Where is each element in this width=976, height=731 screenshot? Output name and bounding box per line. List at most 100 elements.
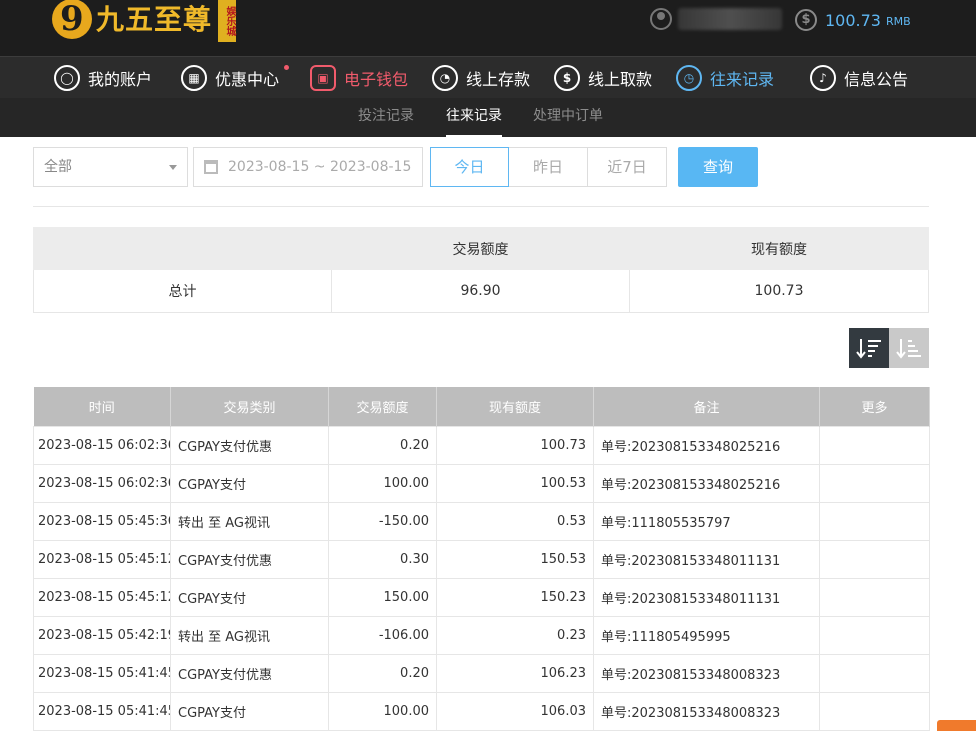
nav-item-announcements[interactable]: ♪ 信息公告 xyxy=(810,57,908,99)
cell-balance: 150.23 xyxy=(436,577,594,617)
cell-balance: 100.53 xyxy=(436,463,594,503)
chevron-down-icon xyxy=(169,165,177,170)
table-row: 2023-08-15 05:41:45 CGPAY支付 100.00 106.03 单号… xyxy=(33,691,930,731)
quick-yesterday-button[interactable]: 昨日 xyxy=(509,147,588,187)
cell-type: CGPAY支付 xyxy=(170,577,329,617)
cell-balance: 106.23 xyxy=(436,653,594,693)
dollar-icon: $ xyxy=(795,9,817,31)
cell-time: 2023-08-15 05:41:45 xyxy=(33,691,171,731)
main-nav: ◯ 我的账户 ▦ 优惠中心 ▣ 电子钱包 ◔ 线上存款 $ 线上取款 ◷ 往来记… xyxy=(0,56,976,98)
cell-more[interactable] xyxy=(819,615,930,655)
col-header-type[interactable]: 交易类别 xyxy=(170,387,329,426)
nav-item-account[interactable]: ◯ 我的账户 xyxy=(54,57,152,99)
nav-item-deposit[interactable]: ◔ 线上存款 xyxy=(432,57,530,99)
summary-table: 交易额度 现有额度 总计 96.90 100.73 xyxy=(33,227,929,313)
col-header-amount[interactable]: 交易额度 xyxy=(328,387,437,426)
summary-current-amount: 100.73 xyxy=(629,269,929,313)
cell-note: 单号:202308153348011131 xyxy=(593,577,820,617)
col-header-more[interactable]: 更多 xyxy=(819,387,930,426)
cell-more[interactable] xyxy=(819,501,930,541)
nav-item-label: 线上存款 xyxy=(466,70,531,89)
cell-type: CGPAY支付优惠 xyxy=(170,539,329,579)
cell-more[interactable] xyxy=(819,691,930,731)
cell-amount: 0.20 xyxy=(328,425,437,465)
sub-nav: 投注记录 往来记录 处理中订单 xyxy=(0,98,976,137)
balance-amount: 100.73 xyxy=(825,10,881,30)
nav-item-label: 优惠中心 xyxy=(215,70,280,89)
cell-more[interactable] xyxy=(819,577,930,617)
summary-header-current: 现有额度 xyxy=(629,227,929,270)
cell-note: 单号:202308153348008323 xyxy=(593,653,820,693)
nav-item-records[interactable]: ◷ 往来记录 xyxy=(676,57,774,99)
cell-balance: 0.53 xyxy=(436,501,594,541)
records-icon: ◷ xyxy=(676,65,702,91)
col-header-time[interactable]: 时间 xyxy=(33,387,171,426)
summary-header-amount: 交易额度 xyxy=(331,227,630,270)
cell-balance: 100.73 xyxy=(436,425,594,465)
col-header-balance[interactable]: 现有额度 xyxy=(436,387,594,426)
date-range-value: 2023-08-15 ~ 2023-08-15 xyxy=(228,159,412,175)
nav-item-label: 我的账户 xyxy=(88,70,153,89)
user-icon xyxy=(650,8,672,30)
cell-more[interactable] xyxy=(819,653,930,693)
type-select[interactable]: 全部 xyxy=(33,147,188,187)
records-table: 时间 交易类别 交易额度 现有额度 备注 更多 2023-08-15 06:02… xyxy=(33,387,930,731)
cell-time: 2023-08-15 05:45:36 xyxy=(33,501,171,541)
query-button[interactable]: 查询 xyxy=(678,147,758,187)
cell-balance: 150.53 xyxy=(436,539,594,579)
bell-icon: ♪ xyxy=(810,65,836,91)
col-header-note[interactable]: 备注 xyxy=(593,387,820,426)
cell-time: 2023-08-15 06:02:36 xyxy=(33,425,171,465)
cell-amount: 0.20 xyxy=(328,653,437,693)
nav-item-wallet[interactable]: ▣ 电子钱包 xyxy=(310,57,408,99)
tab-transaction-records[interactable]: 往来记录 xyxy=(446,98,502,137)
user-circle-icon: ◯ xyxy=(54,65,80,91)
nav-item-promotions[interactable]: ▦ 优惠中心 xyxy=(181,57,290,99)
records-header-row: 时间 交易类别 交易额度 现有额度 备注 更多 xyxy=(33,387,930,426)
user-info[interactable] xyxy=(650,8,782,30)
cell-amount: -106.00 xyxy=(328,615,437,655)
quick-7days-button[interactable]: 近7日 xyxy=(588,147,667,187)
table-row: 2023-08-15 05:41:45 CGPAY支付优惠 0.20 106.23 单号… xyxy=(33,653,930,693)
table-row: 2023-08-15 06:02:36 CGPAY支付 100.00 100.53 单号… xyxy=(33,463,930,503)
table-row: 2023-08-15 05:45:36 转出 至 AG视讯 -150.00 0.53 单… xyxy=(33,501,930,541)
nav-item-label: 线上取款 xyxy=(588,70,653,89)
username-blurred xyxy=(678,8,782,30)
cell-type: 转出 至 AG视讯 xyxy=(170,501,329,541)
summary-total-amount: 96.90 xyxy=(331,269,630,313)
cell-balance: 106.03 xyxy=(436,691,594,731)
cell-note: 单号:202308153348025216 xyxy=(593,425,820,465)
cell-time: 2023-08-15 05:42:19 xyxy=(33,615,171,655)
cell-type: CGPAY支付优惠 xyxy=(170,425,329,465)
cell-note: 单号:202308153348008323 xyxy=(593,691,820,731)
cell-more[interactable] xyxy=(819,539,930,579)
nav-item-withdraw[interactable]: $ 线上取款 xyxy=(554,57,652,99)
brand-badge: 娱乐城 xyxy=(218,0,237,42)
cell-more[interactable] xyxy=(819,425,930,465)
tab-bet-records[interactable]: 投注记录 xyxy=(358,98,414,137)
cell-amount: 150.00 xyxy=(328,577,437,617)
sort-asc-button[interactable] xyxy=(889,328,929,368)
brand-name: 九五至尊 xyxy=(96,3,213,36)
records-body: 2023-08-15 06:02:36 CGPAY支付优惠 0.20 100.73 单号… xyxy=(33,425,930,731)
cell-more[interactable] xyxy=(819,463,930,503)
sort-desc-button[interactable] xyxy=(849,328,889,368)
summary-header-empty xyxy=(33,227,332,270)
cell-amount: 0.30 xyxy=(328,539,437,579)
cell-note: 单号:111805535797 xyxy=(593,501,820,541)
quick-today-button[interactable]: 今日 xyxy=(430,147,509,187)
cell-time: 2023-08-15 06:02:36 xyxy=(33,463,171,503)
balance-currency: RMB xyxy=(885,15,911,28)
logo-mark-icon xyxy=(52,0,92,39)
sort-desc-icon xyxy=(856,339,881,359)
cell-balance: 0.23 xyxy=(436,615,594,655)
calendar-icon xyxy=(204,160,218,174)
logo[interactable]: 九五至尊 娱乐城 xyxy=(52,0,237,44)
cell-type: 转出 至 AG视讯 xyxy=(170,615,329,655)
table-row: 2023-08-15 05:45:12 CGPAY支付优惠 0.30 150.53 单号… xyxy=(33,539,930,579)
date-range-input[interactable]: 2023-08-15 ~ 2023-08-15 xyxy=(193,147,423,187)
cell-type: CGPAY支付优惠 xyxy=(170,653,329,693)
tab-pending-orders[interactable]: 处理中订单 xyxy=(533,98,603,137)
floating-tab[interactable] xyxy=(937,720,976,731)
cell-note: 单号:111805495995 xyxy=(593,615,820,655)
